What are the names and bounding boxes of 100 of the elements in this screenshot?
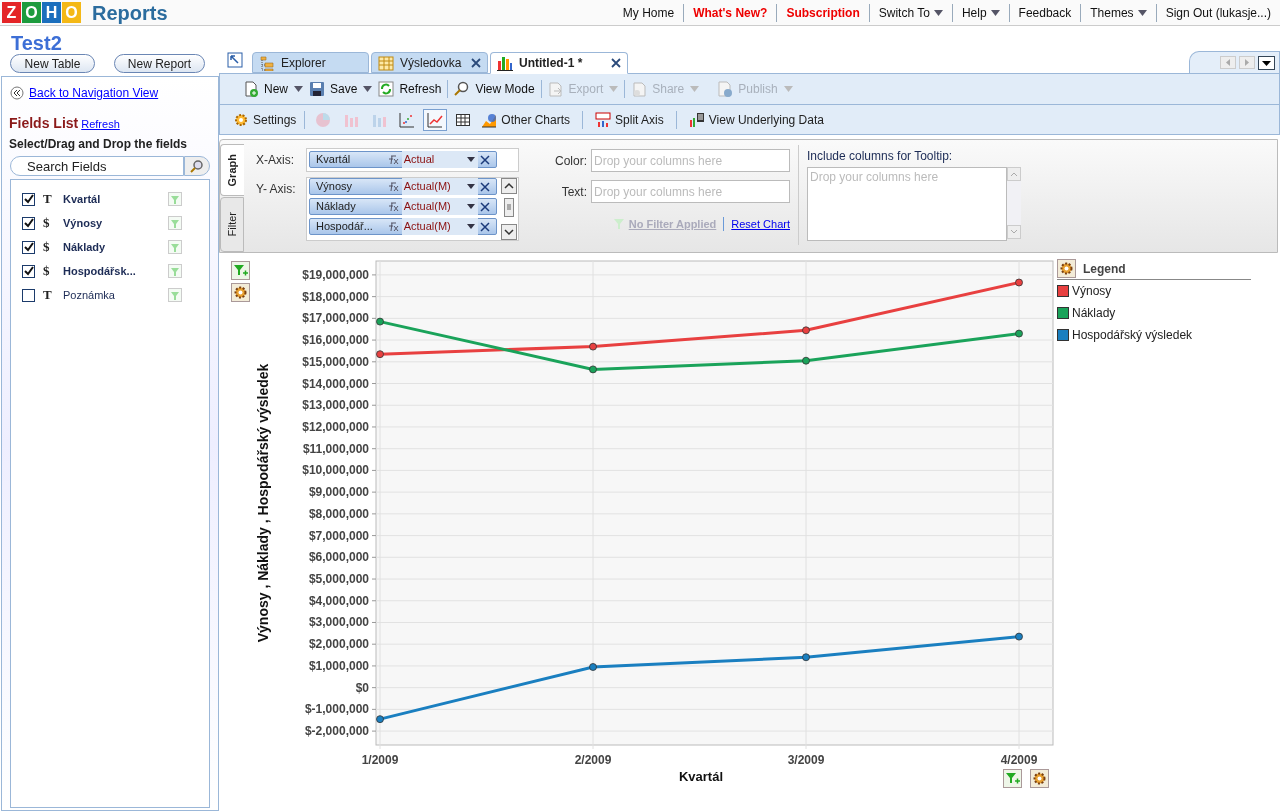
type-icon: $ [43,261,55,281]
caret-icon [467,184,475,189]
field-name[interactable]: Náklady [63,238,163,256]
nav-link[interactable]: Sign Out (lukasje...) [1155,3,1280,22]
nav-link[interactable]: Help [951,3,1009,22]
search-field[interactable]: Search Fields [10,156,184,176]
field-pill[interactable]: Kvartál Actual [309,151,497,168]
checkbox[interactable] [22,288,35,302]
field-label: Text: [560,183,587,201]
gear-icon[interactable] [1030,769,1049,788]
close-icon[interactable] [471,57,481,68]
drop-field[interactable]: Drop your columns here [591,180,790,203]
export-icon [547,81,564,97]
nav-link[interactable]: Feedback [1008,3,1081,22]
close-icon[interactable] [611,58,621,68]
type-icon: $ [43,237,55,257]
toolbar-button[interactable]: Refresh [375,78,445,100]
remove-icon[interactable] [480,154,490,165]
drop-field[interactable]: Drop your columns here [591,149,790,172]
tooltip-drop-area[interactable]: Drop your columns here [807,167,1007,241]
field-pill[interactable]: Výnosy Actual(M) [309,178,497,195]
share-icon [631,81,648,97]
function-icon [387,181,400,192]
dropdown-icon[interactable] [1258,55,1275,70]
nav-link[interactable]: Subscription [776,3,869,22]
grid-icon [455,111,472,128]
axis-tick-label: $0 [355,680,369,695]
product-name: Reports [92,0,168,26]
axis-tick-label: 4/2009 [1000,753,1038,767]
field-name[interactable]: Výnosy [63,214,163,232]
legend-label: Výnosy [1072,283,1112,300]
side-button[interactable]: New Table [10,54,95,73]
tab[interactable]: Výsledovka [371,52,488,73]
tab[interactable]: Explorer [252,52,369,73]
tab[interactable]: Untitled-1 * [490,52,628,74]
axis-tick-label: $15,000,000 [302,354,369,369]
data-point [802,653,810,662]
scrollbar-icon[interactable] [501,178,517,240]
magnifier-icon [454,81,471,97]
nav-link[interactable]: What's New? [683,3,777,22]
side-tab[interactable]: Graph [220,144,244,196]
axis-tick-label: $14,000,000 [302,376,369,391]
field-name[interactable]: Hospodářsk... [63,262,163,280]
toolbar-button[interactable]: New [240,78,306,100]
checkbox[interactable] [22,192,35,206]
toolbar-button[interactable]: View Mode [451,78,538,100]
collapse-icon[interactable] [10,86,24,100]
axis-tick-label: $19,000,000 [302,267,369,282]
expand-icon[interactable] [227,52,243,68]
data-point [1015,278,1023,287]
scrollbar-icon[interactable] [1007,167,1021,241]
axis-tick-label: $-2,000,000 [304,724,369,739]
type-icon: T [43,189,55,209]
folder-tree-icon [259,54,275,71]
data-point [589,342,597,351]
caret-icon [467,204,475,209]
tooltip-label: Include columns for Tooltip: [807,148,954,165]
field-pill[interactable]: Hospodář... Actual(M) [309,218,497,235]
pie-chart-icon [315,111,332,128]
field-name[interactable]: Kvartál [63,190,163,208]
table-icon [378,54,394,71]
side-tab[interactable]: Filter [220,196,244,252]
axis-tick-label: $9,000,000 [308,485,369,500]
field-pill[interactable]: Náklady Actual(M) [309,198,497,215]
data-point [376,715,384,724]
gear-icon[interactable] [231,283,250,302]
reset-chart-link[interactable]: Reset Chart [731,216,790,233]
back-link[interactable]: Back to Navigation View [29,84,159,102]
toolbar-button[interactable]: Other Charts [479,108,573,131]
toolbar-button[interactable]: Split Axis [593,108,666,131]
nav-link[interactable]: My Home [613,3,684,22]
field-label: Color: [554,152,587,170]
checkbox[interactable] [22,240,35,254]
caret-icon [783,86,793,92]
nav-link[interactable]: Themes [1080,3,1156,22]
refresh-link[interactable]: Refresh [81,116,120,133]
gear-icon[interactable] [1057,259,1076,278]
checkbox[interactable] [22,264,35,278]
bar-chart-icon [497,55,513,71]
nav-link[interactable]: Switch To [868,3,952,22]
toolbar-button[interactable]: View Underlying Data [686,108,826,131]
side-button[interactable]: New Report [114,54,205,73]
new-document-icon [243,81,259,97]
gear-icon [233,111,249,128]
toolbar-button[interactable]: Save [306,78,376,100]
remove-icon[interactable] [480,221,490,232]
type-icon: T [43,285,55,305]
axis-tick-label: 3/2009 [787,753,825,767]
search-icon[interactable] [190,159,204,173]
line-chart-icon [427,111,444,128]
field-name[interactable]: Poznámka [63,286,163,304]
area-chart-icon [481,111,498,128]
add-filter-icon[interactable] [1003,769,1022,788]
data-point [802,326,810,335]
caret-icon [467,224,475,229]
function-icon [387,154,400,165]
remove-icon[interactable] [480,181,490,192]
checkbox[interactable] [22,216,35,230]
remove-icon[interactable] [480,201,490,212]
toolbar-button[interactable]: Settings [231,108,299,131]
